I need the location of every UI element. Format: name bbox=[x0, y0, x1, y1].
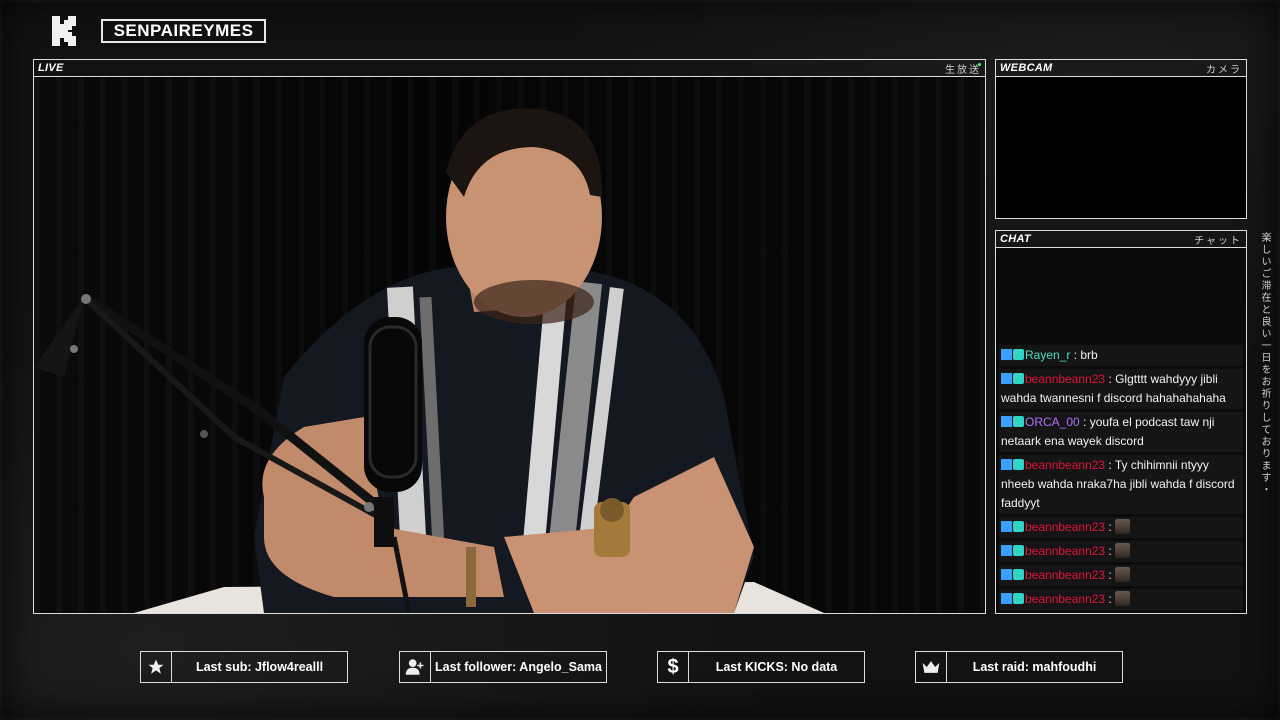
chat-message: beannbeann23 : bbox=[999, 541, 1243, 562]
last-raid-box: Last raid: mahfoudhi bbox=[915, 651, 1123, 683]
chat-username[interactable]: beannbeann23 bbox=[1025, 544, 1105, 558]
chat-message: Rayen_r : brb bbox=[999, 345, 1243, 366]
star-icon bbox=[141, 652, 172, 682]
chat-username[interactable]: beannbeann23 bbox=[1025, 372, 1105, 386]
stream-scene bbox=[34, 108, 824, 613]
subscriber-badge-icon bbox=[1013, 521, 1024, 532]
crown-icon bbox=[916, 652, 947, 682]
live-panel: LIVE 生放送 bbox=[33, 59, 986, 614]
chat-username[interactable]: beannbeann23 bbox=[1025, 568, 1105, 582]
chat-jp-label: チャット bbox=[1194, 235, 1242, 247]
badge-icon bbox=[1001, 593, 1012, 604]
last-kicks-label: Last KICKS: No data bbox=[715, 660, 838, 674]
chat-message: beannbeann23 : bbox=[999, 565, 1243, 586]
badge-icon bbox=[1001, 521, 1012, 532]
chat-message: beannbeann23 : bbox=[999, 517, 1243, 538]
last-follower-box: Last follower: Angelo_Sama bbox=[399, 651, 607, 683]
side-jp-text: 楽しいご滞在と良い一日をお祈りしております・ bbox=[1259, 232, 1270, 496]
chat-panel: CHAT チャット Rayen_r : brb beannbeann23 : Gl… bbox=[995, 230, 1247, 614]
chat-title: CHAT bbox=[1000, 233, 1031, 245]
badge-icon bbox=[1001, 459, 1012, 470]
webcam-title: WEBCAM bbox=[1000, 62, 1053, 74]
chat-username[interactable]: beannbeann23 bbox=[1025, 458, 1105, 472]
chat-message: beannbeann23 : Glgtttt wahdyyy jibli wah… bbox=[999, 369, 1243, 409]
chat-message: beannbeann23 : Ty chihimnii ntyyy nheeb … bbox=[999, 455, 1243, 514]
subscriber-badge-icon bbox=[1013, 373, 1024, 384]
chat-text: : bbox=[1105, 544, 1116, 558]
emote-icon bbox=[1115, 519, 1131, 534]
live-title: LIVE bbox=[38, 62, 64, 74]
chat-username[interactable]: beannbeann23 bbox=[1025, 520, 1105, 534]
subscriber-badge-icon bbox=[1013, 593, 1024, 604]
chat-message-list: Rayen_r : brb beannbeann23 : Glgtttt wahd… bbox=[996, 342, 1246, 613]
subscriber-badge-icon bbox=[1013, 545, 1024, 556]
chat-message: ORCA_00 : youfa el podcast taw nji netaa… bbox=[999, 412, 1243, 452]
last-kicks-box: $ Last KICKS: No data bbox=[657, 651, 865, 683]
last-follower-label: Last follower: Angelo_Sama bbox=[435, 660, 602, 674]
webcam-jp-label: カメラ bbox=[1206, 64, 1242, 76]
chat-body[interactable]: Rayen_r : brb beannbeann23 : Glgtttt wahd… bbox=[996, 248, 1246, 613]
chat-username[interactable]: beannbeann23 bbox=[1025, 592, 1105, 606]
chat-text: : brb bbox=[1070, 348, 1098, 362]
webcam-panel: WEBCAM カメラ bbox=[995, 59, 1247, 219]
emote-icon bbox=[1115, 591, 1131, 606]
chat-username[interactable]: ORCA_00 bbox=[1025, 415, 1080, 429]
subscriber-badge-icon bbox=[1013, 459, 1024, 470]
chat-text: : bbox=[1105, 592, 1116, 606]
badge-icon bbox=[1001, 373, 1012, 384]
chat-text: : bbox=[1105, 520, 1116, 534]
last-raid-label: Last raid: mahfoudhi bbox=[972, 660, 1097, 674]
chat-username[interactable]: Rayen_r bbox=[1025, 348, 1070, 362]
live-indicator bbox=[978, 63, 981, 66]
emote-icon bbox=[1115, 567, 1131, 582]
channel-name: SENPAIREYMES bbox=[101, 19, 266, 43]
webcam-panel-header: WEBCAM カメラ bbox=[996, 60, 1246, 77]
user-plus-icon bbox=[400, 652, 431, 682]
chat-text: : bbox=[1105, 568, 1116, 582]
emote-icon bbox=[1115, 543, 1131, 558]
badge-icon bbox=[1001, 545, 1012, 556]
webcam-feed bbox=[996, 77, 1246, 218]
live-jp-label: 生放送 bbox=[945, 64, 981, 76]
stream-video[interactable] bbox=[34, 77, 985, 613]
chat-message: beannbeann23 : bbox=[999, 589, 1243, 610]
last-sub-label: Last sub: Jflow4realll bbox=[195, 660, 324, 674]
subscriber-badge-icon bbox=[1013, 416, 1024, 427]
badge-icon bbox=[1001, 569, 1012, 580]
subscriber-badge-icon bbox=[1013, 569, 1024, 580]
dollar-icon: $ bbox=[658, 652, 689, 682]
chat-panel-header: CHAT チャット bbox=[996, 231, 1246, 248]
badge-icon bbox=[1001, 416, 1012, 427]
last-sub-box: Last sub: Jflow4realll bbox=[140, 651, 348, 683]
live-panel-header: LIVE 生放送 bbox=[34, 60, 985, 77]
badge-icon bbox=[1001, 349, 1012, 360]
subscriber-badge-icon bbox=[1013, 349, 1024, 360]
kick-logo-icon bbox=[52, 16, 76, 46]
